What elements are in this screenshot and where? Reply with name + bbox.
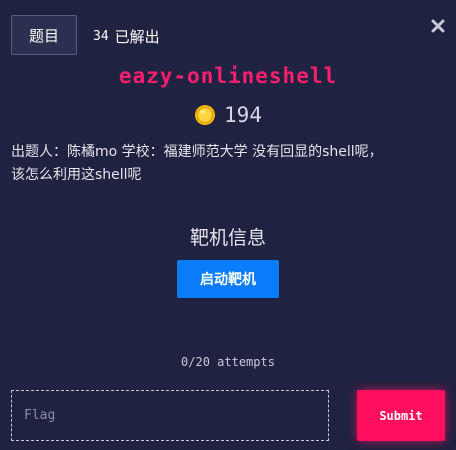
coin-icon — [195, 105, 216, 125]
challenge-points: 194 — [0, 103, 456, 127]
submit-button[interactable]: Submit — [357, 390, 445, 441]
close-icon — [431, 19, 445, 33]
tab-challenge[interactable]: 题目 — [11, 15, 77, 55]
attempts-counter: 0/20 attempts — [181, 355, 275, 369]
solve-count-number: 34 — [93, 29, 109, 44]
challenge-description: 出题人：陈橘mo 学校：福建师范大学 没有回显的shell呢， 该怎么利用这sh… — [11, 141, 447, 187]
flag-input[interactable] — [11, 390, 329, 441]
target-info-title: 靶机信息 — [189, 227, 266, 249]
challenge-title: eazy-onlineshell — [118, 64, 338, 88]
launch-target-button[interactable]: 启动靶机 — [177, 260, 279, 298]
close-button[interactable] — [430, 18, 446, 34]
solve-count-label: 已解出 — [114, 28, 160, 46]
tab-challenge-label: 题目 — [28, 26, 59, 45]
description-line-2: 该怎么利用这shell呢 — [11, 167, 142, 183]
solve-count: 34 已解出 — [93, 26, 160, 47]
points-value: 194 — [224, 103, 262, 127]
description-line-1: 出题人：陈橘mo 学校：福建师范大学 没有回显的shell呢， — [11, 144, 383, 160]
